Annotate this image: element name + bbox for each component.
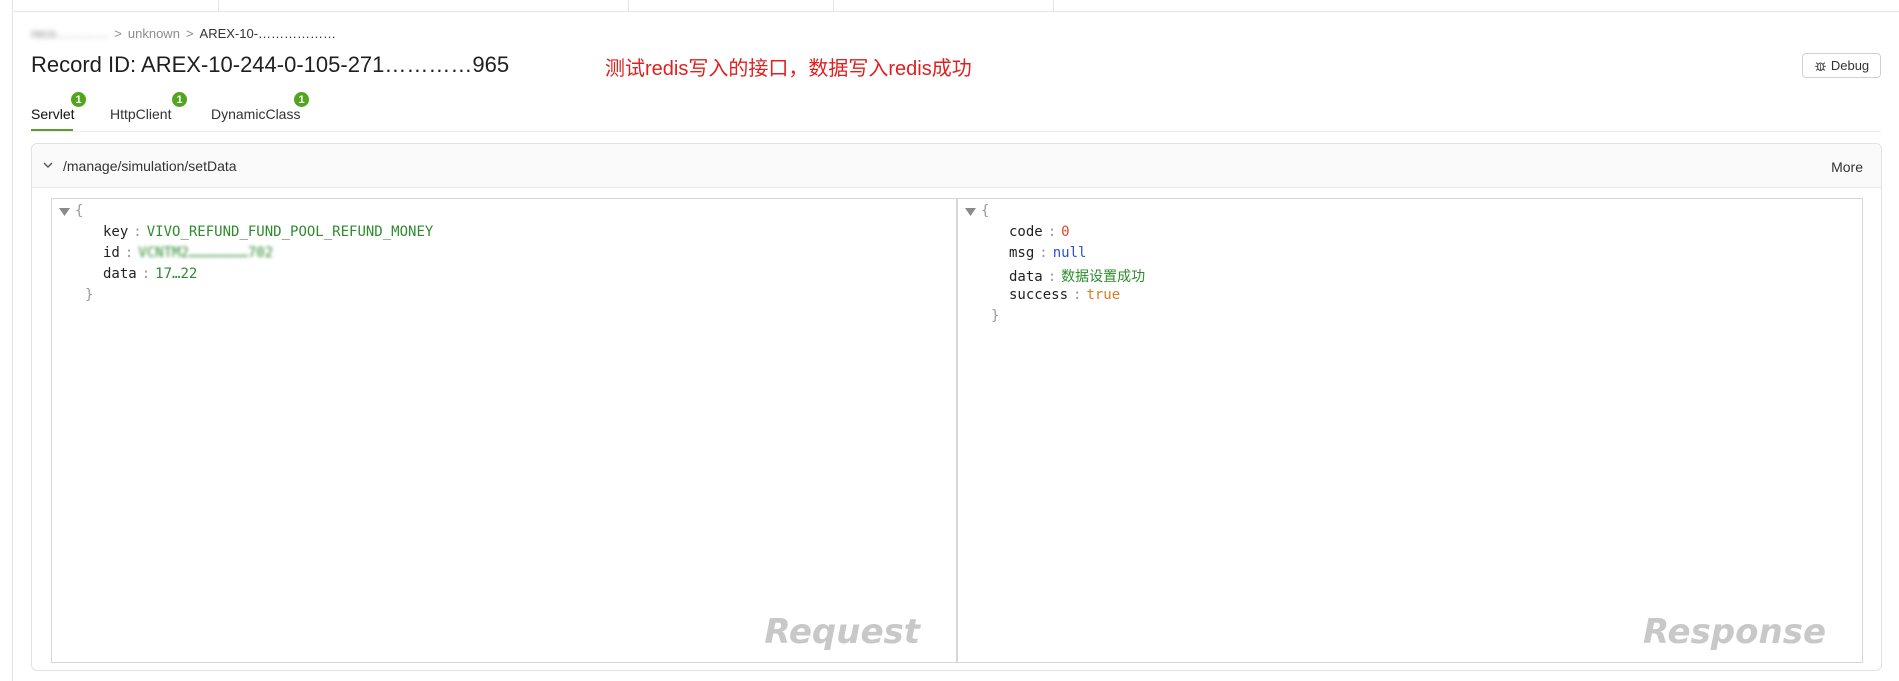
tab-label: Servlet — [31, 106, 75, 122]
collapse-caret-icon[interactable] — [59, 207, 70, 217]
json-open-brace: { — [75, 203, 84, 219]
json-colon: : — [1047, 224, 1057, 240]
json-colon: : — [124, 245, 134, 261]
json-value: VIVO_REFUND_FUND_POOL_REFUND_MONEY — [146, 224, 434, 240]
json-value: null — [1052, 245, 1087, 261]
tab-servlet[interactable]: Servlet 1 — [31, 92, 86, 122]
top-tab[interactable] — [629, 0, 834, 12]
breadcrumb-separator: > — [114, 26, 122, 41]
json-value: 数据设置成功 — [1061, 269, 1146, 285]
tab-label: HttpClient — [110, 106, 172, 122]
tab-httpclient[interactable]: HttpClient 1 — [110, 92, 187, 122]
json-value: 17…22 — [155, 266, 198, 282]
top-tab[interactable] — [219, 0, 629, 12]
bug-icon — [1815, 62, 1826, 71]
page-title: Record ID: AREX-10-244-0-105-271…………965 — [31, 52, 510, 77]
request-watermark: Request — [764, 612, 920, 652]
json-close-brace: } — [991, 308, 1000, 324]
top-tab-strip — [14, 0, 1899, 12]
json-key: id — [103, 245, 120, 261]
tab-label: DynamicClass — [211, 106, 301, 122]
breadcrumb: reco………… > unknown > AREX-10-……………… — [31, 26, 336, 41]
json-colon: : — [1039, 245, 1048, 261]
json-value: VCNTM2…………………702 — [138, 245, 274, 261]
count-badge: 1 — [294, 92, 309, 107]
breadcrumb-separator: > — [185, 26, 194, 41]
json-key: data — [1009, 269, 1043, 285]
breadcrumb-item-app[interactable]: reco………… — [31, 26, 108, 41]
json-colon: : — [1073, 287, 1082, 303]
json-key: msg — [1009, 245, 1035, 261]
json-open-brace: { — [981, 203, 990, 219]
json-field: data:17…22 — [103, 266, 197, 282]
json-key: success — [1009, 287, 1069, 303]
json-value: 0 — [1061, 224, 1070, 240]
breadcrumb-item-operation[interactable]: unknown — [128, 26, 180, 41]
breadcrumb-item-record: AREX-10-……………… — [199, 26, 337, 41]
top-tab[interactable] — [834, 0, 1054, 12]
record-panel: /manage/simulation/setData More { key: VI… — [31, 143, 1882, 671]
json-key: key — [103, 224, 129, 240]
json-colon: : — [1047, 269, 1057, 285]
top-tab[interactable] — [14, 0, 219, 12]
chevron-down-icon[interactable] — [42, 159, 54, 171]
more-button[interactable]: More — [1831, 159, 1863, 175]
annotation-note: 测试redis写入的接口，数据写入redis成功 — [605, 58, 972, 80]
json-colon: : — [133, 224, 142, 240]
request-viewer: { key: VIVO_REFUND_FUND_POOL_REFUND_MONEY… — [51, 198, 957, 663]
collapse-caret-icon[interactable] — [965, 207, 976, 217]
window-left-edge — [12, 0, 13, 681]
response-watermark: Response — [1643, 612, 1826, 652]
count-badge: 1 — [172, 92, 187, 107]
json-field: id: VCNTM2…………………702 — [103, 245, 273, 261]
json-field: key: VIVO_REFUND_FUND_POOL_REFUND_MONEY — [103, 224, 433, 240]
json-key: code — [1009, 224, 1043, 240]
debug-button-label: Debug — [1830, 58, 1870, 73]
panel-header[interactable]: /manage/simulation/setData More — [32, 144, 1881, 188]
json-field: data: 数据设置成功 — [1009, 266, 1145, 286]
json-key: data — [103, 266, 137, 282]
active-tab-indicator — [31, 129, 73, 131]
tab-dynamicclass[interactable]: DynamicClass 1 — [211, 92, 309, 122]
count-badge: 1 — [71, 92, 86, 107]
json-value: true — [1086, 287, 1121, 303]
debug-button[interactable]: Debug — [1802, 53, 1881, 78]
json-colon: : — [141, 266, 151, 282]
json-close-brace: } — [85, 287, 94, 303]
response-viewer: { code:0 msg: null data: 数据设置成功 success: tr… — [957, 198, 1863, 663]
json-field: code:0 — [1009, 224, 1070, 240]
tab-bar: Servlet 1 HttpClient 1 DynamicClass 1 — [31, 92, 1881, 132]
json-field: msg: null — [1009, 245, 1086, 261]
endpoint-path: /manage/simulation/setData — [63, 158, 237, 174]
json-field: success: true — [1009, 287, 1120, 303]
